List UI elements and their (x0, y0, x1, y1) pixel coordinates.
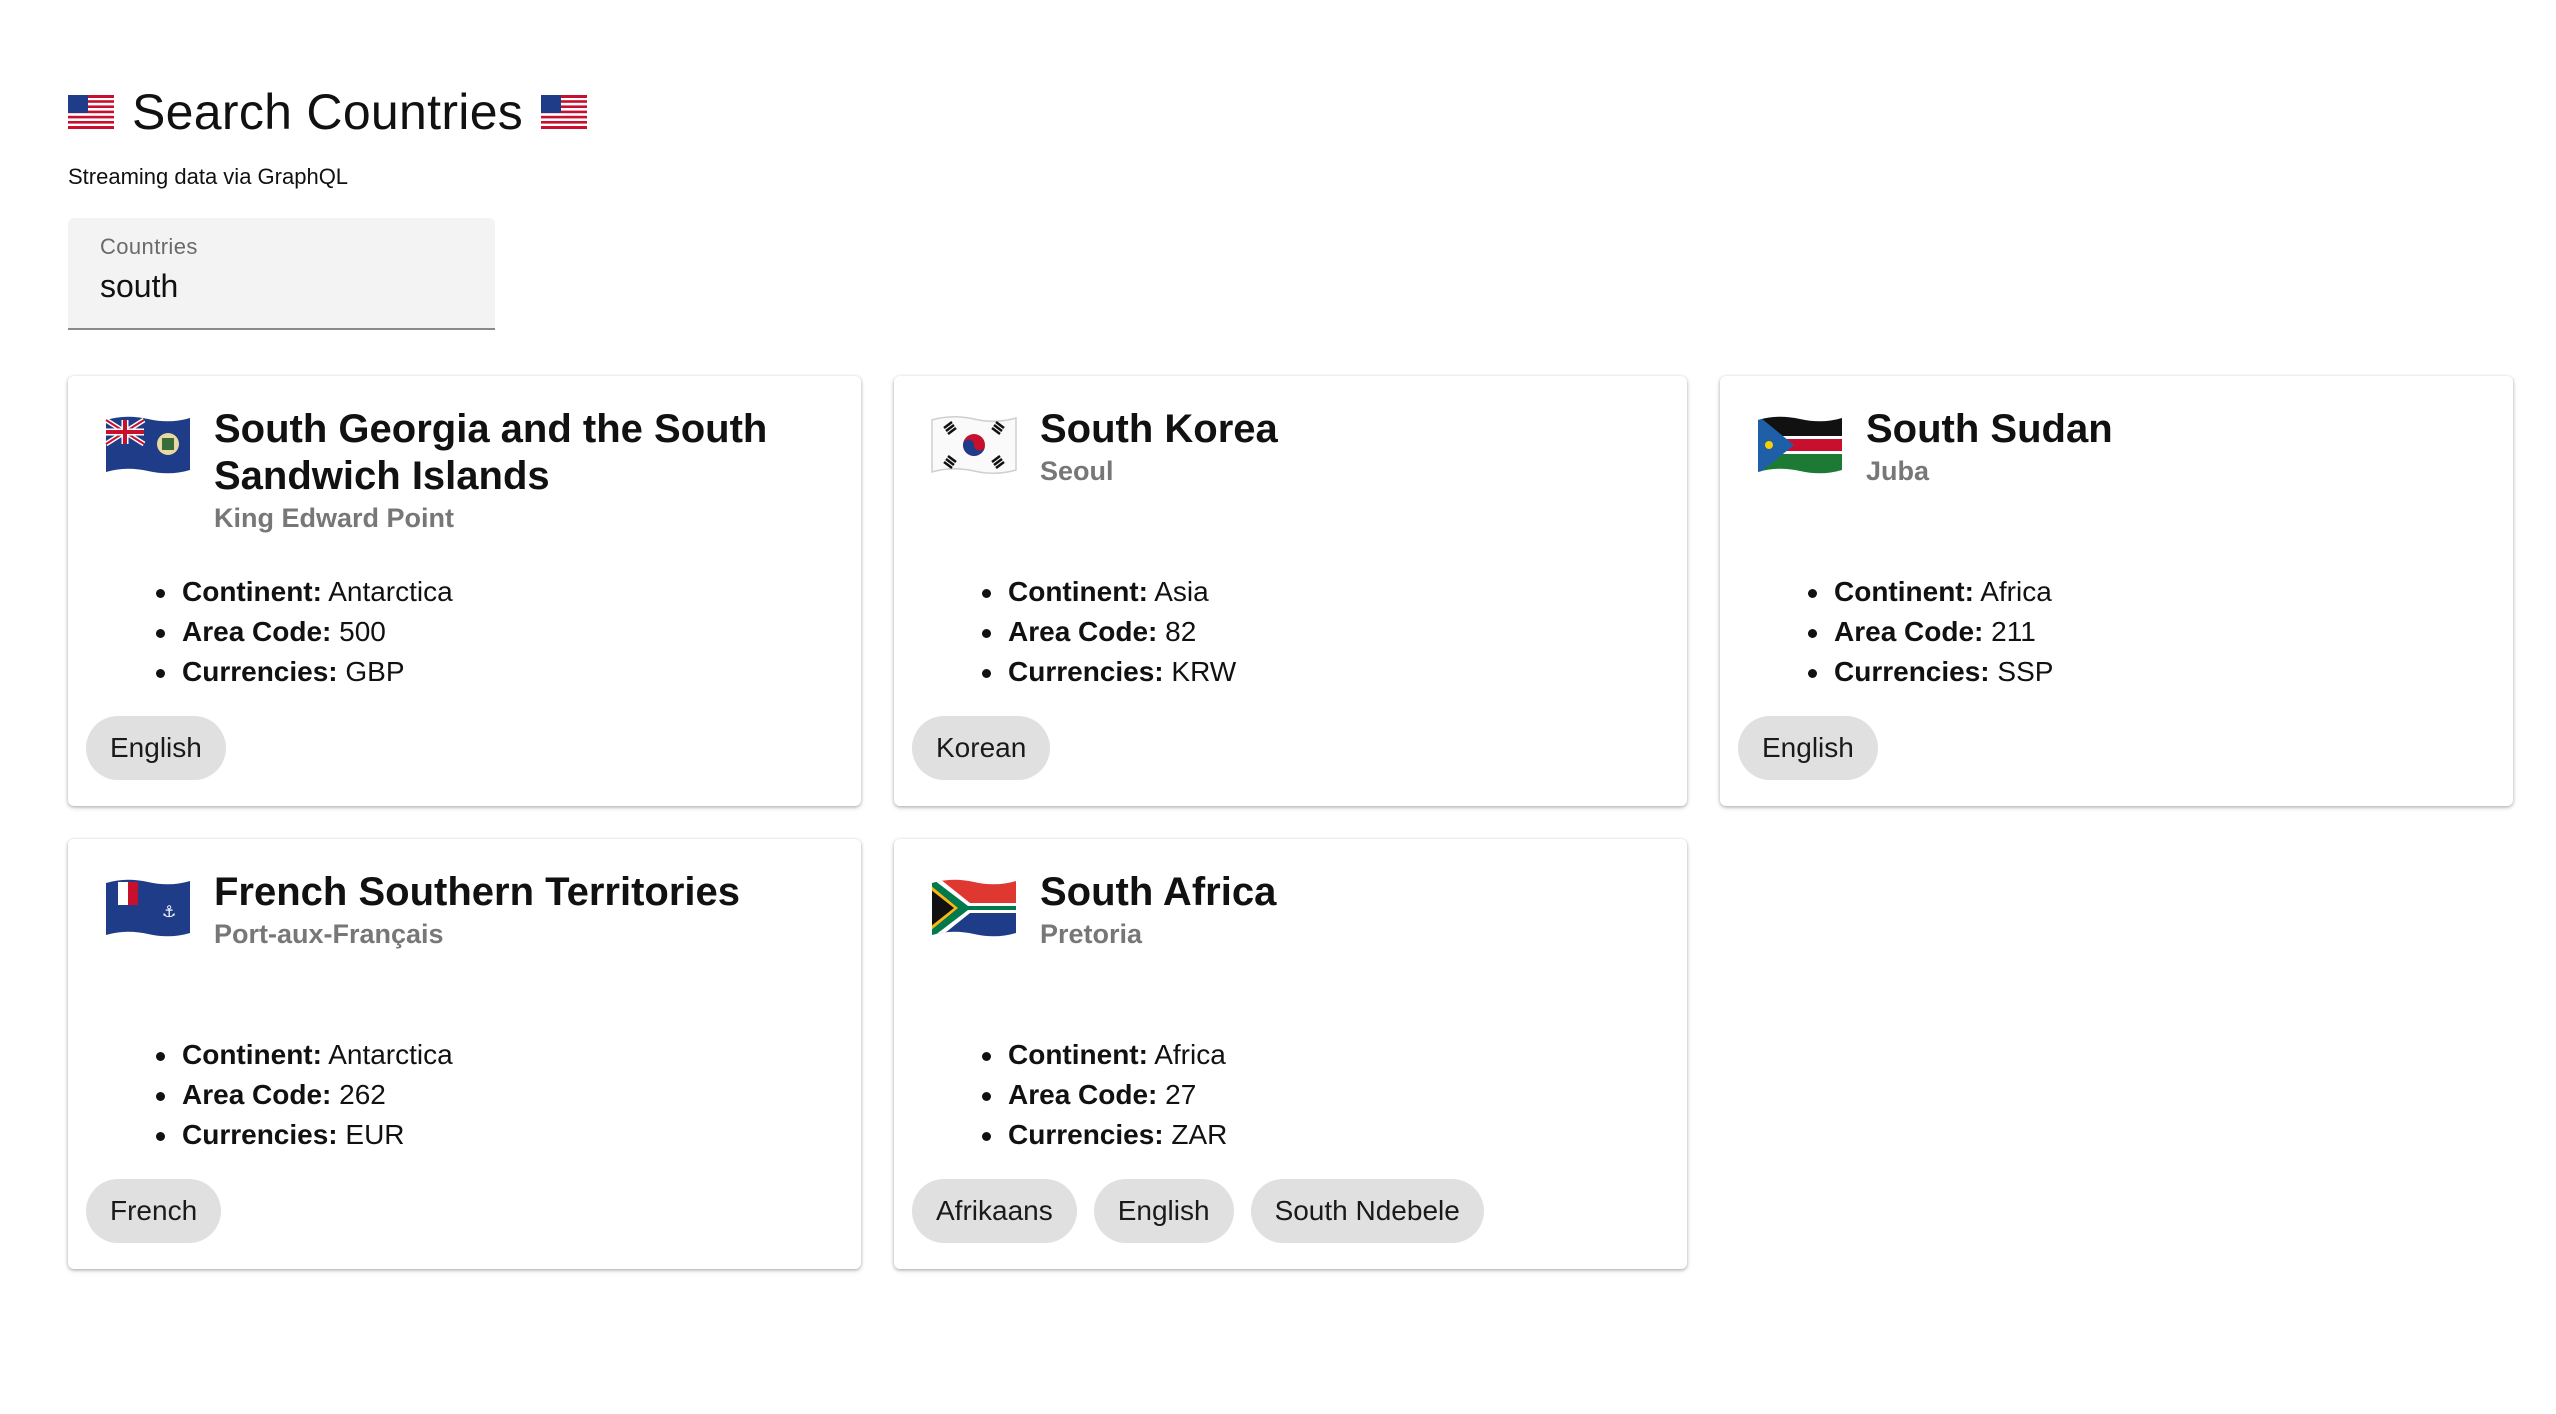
language-chip[interactable]: English (86, 716, 226, 780)
country-capital: Port-aux-Français (214, 919, 444, 949)
language-chips: Afrikaans English South Ndebele (912, 1179, 1484, 1243)
country-card: South Korea Seoul Continent: Asia Area C… (894, 376, 1687, 806)
language-chip[interactable]: South Ndebele (1250, 1179, 1484, 1243)
language-chips: Korean (912, 716, 1051, 780)
countries-search-input[interactable] (100, 268, 460, 305)
us-flag-icon (541, 95, 588, 129)
country-facts: Continent: Africa Area Code: 27 Currenci… (962, 1035, 1227, 1155)
country-name: South Africa (1040, 870, 1277, 914)
country-card: South Sudan Juba Continent: Africa Area … (1720, 376, 2513, 806)
card-header: French Southern Territories Port-aux-Fra… (214, 869, 831, 950)
language-chip[interactable]: Afrikaans (912, 1179, 1077, 1243)
us-flag-icon (68, 95, 114, 129)
card-header: South Sudan Juba (1866, 406, 2483, 487)
south-africa-flag-icon (930, 877, 1018, 944)
country-name: French Southern Territories (214, 870, 741, 914)
country-name: South Korea (1040, 407, 1278, 451)
fact-currencies: Currencies: SSP (1788, 652, 2053, 692)
fact-currencies: Currencies: KRW (962, 652, 1236, 692)
card-header: South Africa Pretoria (1040, 869, 1657, 950)
country-card: South Georgia and the South Sandwich Isl… (68, 376, 861, 806)
fact-area-code: Area Code: 211 (1788, 612, 2053, 652)
fact-currencies: Currencies: ZAR (962, 1115, 1227, 1155)
french-southern-territories-flag-icon: ⚓ (104, 877, 192, 944)
country-capital: King Edward Point (214, 503, 454, 533)
south-georgia-flag-icon (104, 414, 192, 481)
country-name: South Sudan (1866, 407, 2113, 451)
country-capital: Pretoria (1040, 919, 1143, 949)
svg-text:⚓: ⚓ (162, 902, 176, 921)
fact-currencies: Currencies: GBP (136, 652, 453, 692)
fact-area-code: Area Code: 27 (962, 1075, 1227, 1115)
title-row: Search Countries (68, 80, 2518, 144)
countries-search-field[interactable]: Countries (68, 218, 495, 330)
country-name: South Georgia and the South Sandwich Isl… (214, 407, 768, 498)
language-chips: English (86, 716, 226, 780)
south-sudan-flag-icon (1756, 414, 1844, 481)
card-header: South Georgia and the South Sandwich Isl… (214, 406, 831, 534)
country-facts: Continent: Antarctica Area Code: 262 Cur… (136, 1035, 453, 1155)
language-chip[interactable]: English (1738, 716, 1878, 780)
search-label: Countries (100, 234, 198, 259)
fact-continent: Continent: Antarctica (136, 572, 453, 612)
fact-area-code: Area Code: 82 (962, 612, 1236, 652)
fact-continent: Continent: Antarctica (136, 1035, 453, 1075)
country-grid: South Georgia and the South Sandwich Isl… (68, 376, 2518, 1269)
south-korea-flag-icon (930, 414, 1018, 481)
country-facts: Continent: Asia Area Code: 82 Currencies… (962, 572, 1236, 692)
country-card: ⚓ French Southern Territories Port-aux-F… (68, 839, 861, 1269)
fact-area-code: Area Code: 262 (136, 1075, 453, 1115)
country-capital: Juba (1866, 456, 1930, 486)
card-header: South Korea Seoul (1040, 406, 1657, 487)
language-chip[interactable]: Korean (912, 716, 1051, 780)
fact-area-code: Area Code: 500 (136, 612, 453, 652)
language-chip[interactable]: English (1093, 1179, 1234, 1243)
fact-continent: Continent: Asia (962, 572, 1236, 612)
fact-currencies: Currencies: EUR (136, 1115, 453, 1155)
fact-continent: Continent: Africa (1788, 572, 2053, 612)
page: Search Countries Streaming data via Grap… (68, 80, 2518, 1269)
language-chip[interactable]: French (86, 1179, 222, 1243)
country-capital: Seoul (1040, 456, 1114, 486)
country-facts: Continent: Antarctica Area Code: 500 Cur… (136, 572, 453, 692)
country-card: South Africa Pretoria Continent: Africa … (894, 839, 1687, 1269)
page-title: Search Countries (132, 84, 524, 140)
page-subtitle: Streaming data via GraphQL (68, 164, 349, 189)
language-chips: English (1738, 716, 1878, 780)
country-facts: Continent: Africa Area Code: 211 Currenc… (1788, 572, 2053, 692)
fact-continent: Continent: Africa (962, 1035, 1227, 1075)
language-chips: French (86, 1179, 222, 1243)
